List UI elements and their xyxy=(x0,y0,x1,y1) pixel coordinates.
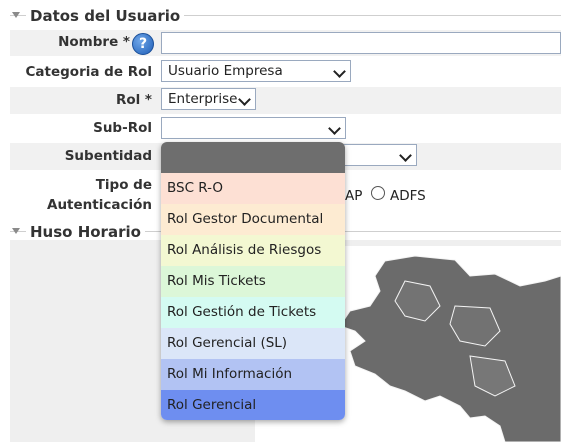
subrol-dropdown-list[interactable]: BSC R-O Rol Gestor Documental Rol Análisis… xyxy=(161,142,345,420)
rol-select[interactable]: Enterprise xyxy=(161,88,256,110)
subentidad-label: Subentidad xyxy=(64,148,152,164)
dropdown-selected-empty[interactable] xyxy=(161,142,345,173)
subentidad-select[interactable] xyxy=(340,144,417,166)
nombre-input[interactable] xyxy=(161,32,561,54)
collapse-triangle-icon[interactable] xyxy=(12,12,20,18)
chevron-down-icon xyxy=(328,122,341,135)
tipo-label-line2: Autenticación xyxy=(47,197,152,213)
rol-label: Rol * xyxy=(115,92,152,108)
chevron-down-icon xyxy=(238,93,251,106)
dropdown-option[interactable]: Rol Mi Información xyxy=(161,359,345,390)
dropdown-option[interactable]: BSC R-O xyxy=(161,173,345,204)
subrol-label: Sub-Rol xyxy=(93,120,152,136)
collapse-triangle-icon[interactable] xyxy=(12,228,20,234)
dropdown-option[interactable]: Rol Gestor Documental xyxy=(161,204,345,235)
nombre-label: Nombre * xyxy=(58,34,130,50)
categoria-select[interactable]: Usuario Empresa xyxy=(161,60,351,82)
rol-row: Rol * xyxy=(10,87,561,114)
dropdown-option[interactable]: Rol Gestión de Tickets xyxy=(161,297,345,328)
subrol-select[interactable] xyxy=(161,117,346,139)
adfs-radio[interactable] xyxy=(371,186,385,200)
user-data-legend: Datos del Usuario xyxy=(26,5,185,27)
chevron-down-icon xyxy=(333,65,346,78)
dropdown-option[interactable]: Rol Análisis de Riesgos xyxy=(161,235,345,266)
user-data-fieldset: Datos del Usuario xyxy=(0,5,561,27)
tipo-label-line1: Tipo de xyxy=(95,177,152,193)
rol-select-value: Enterprise xyxy=(168,91,238,107)
dropdown-option[interactable]: Rol Gerencial (SL) xyxy=(161,328,345,359)
dropdown-option[interactable]: Rol Gerencial xyxy=(161,390,345,420)
dropdown-option[interactable]: Rol Mis Tickets xyxy=(161,266,345,297)
adfs-label: ADFS xyxy=(390,188,426,204)
tipo-partial-option-label: AP xyxy=(345,188,363,204)
chevron-down-icon xyxy=(399,149,412,162)
categoria-select-value: Usuario Empresa xyxy=(168,63,283,79)
categoria-label: Categoria de Rol xyxy=(25,64,152,80)
question-mark-icon[interactable]: ? xyxy=(132,33,154,55)
